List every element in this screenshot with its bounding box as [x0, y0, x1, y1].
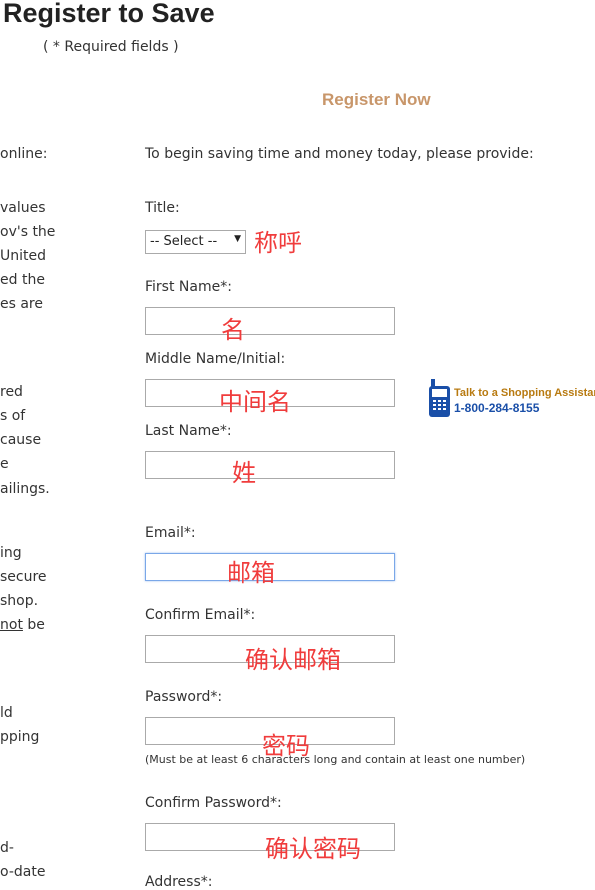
annotation-last: 姓 — [232, 459, 256, 487]
confirm-email-label: Confirm Email*: — [145, 607, 256, 623]
sidebar-text-fragment: s of — [0, 408, 26, 424]
phone-icon — [429, 379, 450, 417]
sidebar-text-fragment: es are — [0, 296, 43, 312]
sidebar-text-fragment: United — [0, 248, 46, 264]
underlined-not: not — [0, 617, 23, 633]
sidebar-text-fragment: e — [0, 456, 9, 472]
confirm-password-label: Confirm Password*: — [145, 795, 282, 811]
sidebar-text-rest: be — [22, 617, 45, 633]
assistant-phone: 1-800-284-8155 — [454, 401, 540, 415]
sidebar-text-fragment: pping — [0, 729, 40, 745]
sidebar-text-fragment: red — [0, 384, 23, 400]
assistant-label: Talk to a Shopping Assistant — [454, 387, 595, 399]
sidebar-text-fragment: values — [0, 200, 46, 216]
password-label: Password*: — [145, 689, 223, 705]
title-select[interactable]: -- Select -- ▼ — [145, 230, 246, 254]
shopping-assistant-banner[interactable]: Talk to a Shopping Assistant 1-800-284-8… — [428, 378, 595, 422]
sidebar-not-line: not be — [0, 617, 45, 633]
page-title: Register to Save — [3, 0, 215, 28]
sidebar-text-fragment: o-date — [0, 864, 46, 880]
required-note: ( * Required fields ) — [43, 39, 179, 55]
sidebar-text-fragment: cause — [0, 432, 42, 448]
sidebar-text-fragment: ing — [0, 545, 22, 561]
sidebar-text-fragment: ailings. — [0, 481, 50, 497]
annotation-email: 邮箱 — [227, 559, 275, 587]
annotation-first: 名 — [221, 316, 245, 344]
sidebar-text-fragment: d- — [0, 840, 14, 856]
sidebar-text-fragment: shop. — [0, 593, 39, 609]
sidebar-text-fragment: secure — [0, 569, 47, 585]
first-name-input[interactable] — [145, 307, 395, 335]
sidebar-text-fragment: online: — [0, 146, 48, 162]
sidebar-text-fragment: ov's the — [0, 224, 56, 240]
register-now-heading: Register Now — [322, 90, 431, 109]
email-label: Email*: — [145, 525, 196, 541]
password-hint: (Must be at least 6 characters long and … — [145, 753, 526, 766]
last-name-label: Last Name*: — [145, 423, 232, 439]
middle-name-label: Middle Name/Initial: — [145, 351, 286, 367]
address-label: Address*: — [145, 874, 213, 890]
annotation-middle: 中间名 — [219, 388, 291, 416]
annotation-confirm-password: 确认密码 — [265, 835, 361, 863]
form-intro: To begin saving time and money today, pl… — [145, 146, 534, 162]
title-label: Title: — [145, 200, 180, 216]
annotation-title: 称呼 — [254, 229, 302, 257]
first-name-label: First Name*: — [145, 279, 232, 295]
chevron-down-icon: ▼ — [234, 234, 241, 244]
sidebar-text-fragment: ld — [0, 705, 13, 721]
annotation-confirm-email: 确认邮箱 — [245, 646, 341, 674]
sidebar-text-fragment: ed the — [0, 272, 45, 288]
title-select-value: -- Select -- — [150, 234, 218, 249]
last-name-input[interactable] — [145, 451, 395, 479]
